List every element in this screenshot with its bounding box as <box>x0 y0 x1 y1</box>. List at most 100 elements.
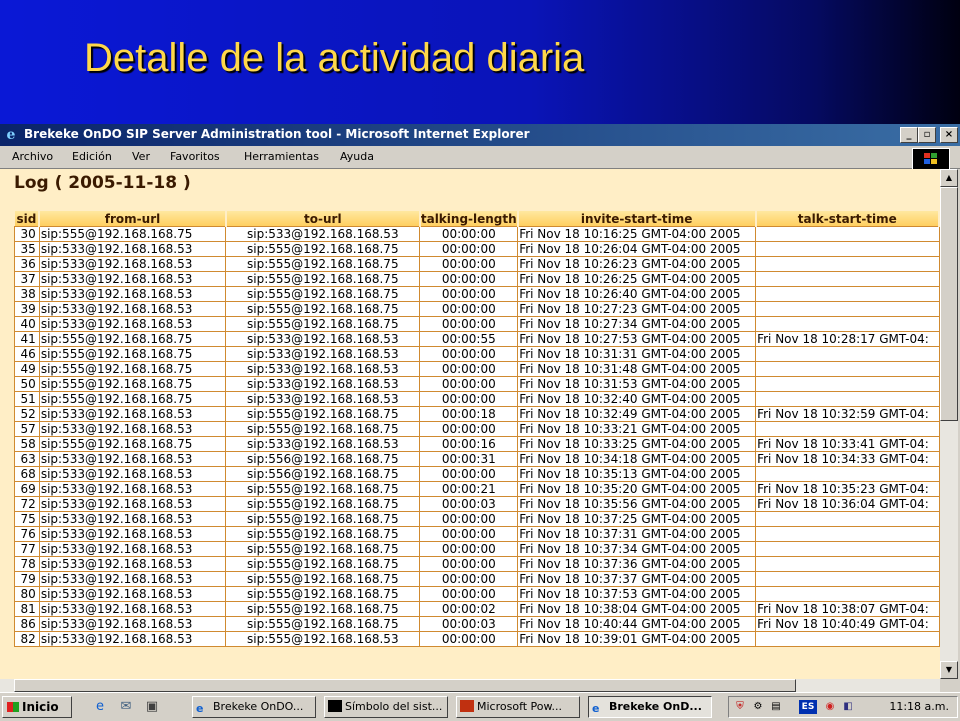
table-header-row: sid from-url to-url talking-length invit… <box>14 211 940 227</box>
cell-from-url: sip:533@192.168.168.53 <box>38 496 227 512</box>
cell-from-url: sip:555@192.168.168.75 <box>38 331 227 347</box>
menu-herramientas[interactable]: Herramientas <box>244 150 319 163</box>
vertical-scroll-thumb[interactable] <box>940 187 958 421</box>
cell-to-url: sip:533@192.168.168.53 <box>225 346 421 362</box>
maximize-button[interactable]: ▫ <box>918 127 936 143</box>
windows-logo-icon <box>912 148 950 170</box>
cell-from-url: sip:533@192.168.168.53 <box>38 406 227 422</box>
volume-tray-icon[interactable]: ◧ <box>841 700 855 714</box>
table-row: 78 sip:533@192.168.168.53 sip:555@192.168.… <box>14 556 940 572</box>
cell-sid: 81 <box>14 601 40 617</box>
cell-talking-length: 00:00:02 <box>419 601 519 617</box>
table-row: 68 sip:533@192.168.168.53 sip:556@192.168.… <box>14 466 940 482</box>
cell-talk-start-time <box>755 631 940 647</box>
system-tray: ⛨ ⚙ ▤ ES ◉ ◧ 11:18 a.m. <box>728 696 958 718</box>
cell-talking-length: 00:00:00 <box>419 301 519 317</box>
cell-invite-start-time: Fri Nov 18 10:31:53 GMT-04:00 2005 <box>517 376 757 392</box>
column-header-talking-length: talking-length <box>419 211 519 227</box>
ie-quicklaunch-icon[interactable]: e <box>92 699 108 715</box>
menu-edicion[interactable]: Edición <box>72 150 112 163</box>
cell-to-url: sip:555@192.168.168.75 <box>225 571 421 587</box>
column-header-invite-start-time: invite-start-time <box>517 211 757 227</box>
log-table: sid from-url to-url talking-length invit… <box>14 211 940 647</box>
cell-talking-length: 00:00:55 <box>419 331 519 347</box>
desktop-quicklaunch-icon[interactable]: ▣ <box>144 699 160 715</box>
cell-sid: 77 <box>14 541 40 557</box>
cell-invite-start-time: Fri Nov 18 10:33:21 GMT-04:00 2005 <box>517 421 757 437</box>
command-prompt-icon <box>328 700 342 712</box>
cell-from-url: sip:533@192.168.168.53 <box>38 526 227 542</box>
taskbar-clock: 11:18 a.m. <box>889 700 949 713</box>
cell-to-url: sip:533@192.168.168.53 <box>225 391 421 407</box>
horizontal-scroll-thumb[interactable] <box>14 679 796 692</box>
table-row: 57 sip:533@192.168.168.53 sip:555@192.168.… <box>14 421 940 437</box>
cell-from-url: sip:555@192.168.168.75 <box>38 226 227 242</box>
close-button[interactable]: × <box>940 127 958 143</box>
cell-sid: 39 <box>14 301 40 317</box>
cell-from-url: sip:533@192.168.168.53 <box>38 556 227 572</box>
media-tray-icon[interactable]: ◉ <box>823 700 837 714</box>
table-row: 76 sip:533@192.168.168.53 sip:555@192.168.… <box>14 526 940 542</box>
cell-from-url: sip:555@192.168.168.75 <box>38 376 227 392</box>
cell-invite-start-time: Fri Nov 18 10:37:25 GMT-04:00 2005 <box>517 511 757 527</box>
table-row: 75 sip:533@192.168.168.53 sip:555@192.168.… <box>14 511 940 527</box>
cell-talk-start-time <box>755 466 940 482</box>
task-label: Brekeke OnDO... <box>213 700 304 713</box>
network-tray-icon[interactable]: ⚙ <box>751 700 765 714</box>
internet-explorer-icon: e <box>6 127 16 143</box>
cell-invite-start-time: Fri Nov 18 10:26:40 GMT-04:00 2005 <box>517 286 757 302</box>
cell-talk-start-time <box>755 301 940 317</box>
cell-talking-length: 00:00:16 <box>419 436 519 452</box>
cell-to-url: sip:533@192.168.168.53 <box>225 376 421 392</box>
outlook-quicklaunch-icon[interactable]: ✉ <box>118 699 134 715</box>
cell-talking-length: 00:00:00 <box>419 421 519 437</box>
cell-talk-start-time <box>755 271 940 287</box>
cell-invite-start-time: Fri Nov 18 10:37:37 GMT-04:00 2005 <box>517 571 757 587</box>
scroll-up-icon[interactable]: ▲ <box>940 169 958 187</box>
cell-sid: 82 <box>14 631 40 647</box>
cell-talking-length: 00:00:00 <box>419 286 519 302</box>
cell-sid: 38 <box>14 286 40 302</box>
cell-to-url: sip:555@192.168.168.75 <box>225 511 421 527</box>
task-button-command-prompt[interactable]: Símbolo del sist... <box>324 696 448 718</box>
start-button[interactable]: Inicio <box>2 696 72 718</box>
cell-invite-start-time: Fri Nov 18 10:31:31 GMT-04:00 2005 <box>517 346 757 362</box>
cell-sid: 41 <box>14 331 40 347</box>
scroll-down-icon[interactable]: ▼ <box>940 661 958 679</box>
cell-invite-start-time: Fri Nov 18 10:32:40 GMT-04:00 2005 <box>517 391 757 407</box>
powerpoint-icon <box>460 700 474 712</box>
language-indicator[interactable]: ES <box>799 700 817 714</box>
task-button-brekeke-1[interactable]: e Brekeke OnDO... <box>192 696 316 718</box>
window-titlebar[interactable]: e Brekeke OnDO SIP Server Administration… <box>0 124 960 146</box>
windows-flag-icon <box>7 702 19 712</box>
cell-invite-start-time: Fri Nov 18 10:27:53 GMT-04:00 2005 <box>517 331 757 347</box>
page-content: Log ( 2005-11-18 ) sid from-url to-url t… <box>0 169 940 679</box>
cell-to-url: sip:555@192.168.168.53 <box>225 631 421 647</box>
antivirus-tray-icon[interactable]: ⛨ <box>733 700 747 714</box>
menu-ver[interactable]: Ver <box>132 150 150 163</box>
monitor-tray-icon[interactable]: ▤ <box>769 700 783 714</box>
browser-window: e Brekeke OnDO SIP Server Administration… <box>0 124 960 692</box>
cell-talking-length: 00:00:00 <box>419 631 519 647</box>
cell-talking-length: 00:00:00 <box>419 391 519 407</box>
menu-ayuda[interactable]: Ayuda <box>340 150 374 163</box>
vertical-scrollbar[interactable]: ▲ ▼ <box>940 169 958 679</box>
task-button-powerpoint[interactable]: Microsoft Pow... <box>456 696 580 718</box>
cell-from-url: sip:555@192.168.168.75 <box>38 361 227 377</box>
log-title: Log ( 2005-11-18 ) <box>14 173 191 193</box>
horizontal-scrollbar[interactable] <box>0 679 940 692</box>
menu-archivo[interactable]: Archivo <box>12 150 53 163</box>
cell-invite-start-time: Fri Nov 18 10:35:56 GMT-04:00 2005 <box>517 496 757 512</box>
task-button-brekeke-2[interactable]: e Brekeke OnD... <box>588 696 712 718</box>
cell-from-url: sip:533@192.168.168.53 <box>38 301 227 317</box>
start-label: Inicio <box>22 700 59 714</box>
cell-talk-start-time <box>755 541 940 557</box>
cell-to-url: sip:533@192.168.168.53 <box>225 331 421 347</box>
cell-invite-start-time: Fri Nov 18 10:34:18 GMT-04:00 2005 <box>517 451 757 467</box>
cell-talk-start-time: Fri Nov 18 10:40:49 GMT-04: <box>755 616 940 632</box>
menu-favoritos[interactable]: Favoritos <box>170 150 220 163</box>
cell-sid: 57 <box>14 421 40 437</box>
cell-talking-length: 00:00:00 <box>419 466 519 482</box>
minimize-button[interactable]: _ <box>900 127 918 143</box>
cell-invite-start-time: Fri Nov 18 10:38:04 GMT-04:00 2005 <box>517 601 757 617</box>
